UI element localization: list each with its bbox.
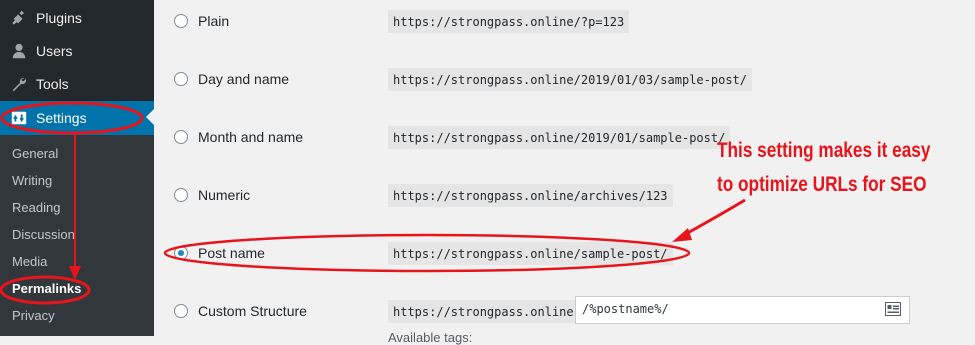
- example-url: https://strongpass.online/archives/123: [388, 184, 673, 207]
- example-url: https://strongpass.online/2019/01/sample…: [388, 126, 731, 149]
- settings-submenu: General Writing Reading Discussion Media…: [0, 135, 154, 336]
- sidebar-item-users[interactable]: Users: [0, 35, 154, 67]
- submenu-item-privacy[interactable]: Privacy: [12, 308, 55, 323]
- submenu-item-media[interactable]: Media: [12, 254, 47, 269]
- radio-button-selected[interactable]: [174, 246, 188, 260]
- settings-icon: [9, 108, 29, 128]
- custom-structure-prefix: https://strongpass.online: [388, 300, 579, 323]
- radio-button[interactable]: [174, 72, 188, 86]
- radio-button[interactable]: [174, 188, 188, 202]
- sidebar-item-label: Users: [36, 43, 73, 59]
- annotation-text-line-1: This setting makes it easy: [717, 139, 931, 162]
- sidebar-item-label: Settings: [36, 110, 87, 126]
- option-label: Day and name: [198, 71, 290, 87]
- sidebar-item-plugins[interactable]: Plugins: [0, 2, 154, 34]
- option-label: Month and name: [198, 129, 304, 145]
- permalink-option-day-and-name[interactable]: Day and name https://strongpass.online/2…: [154, 66, 975, 94]
- option-label: Post name: [198, 245, 265, 261]
- current-menu-arrow: [146, 109, 154, 125]
- admin-sidebar: Plugins Users Tools Settings General Wri…: [0, 0, 154, 336]
- sidebar-item-label: Plugins: [36, 10, 82, 26]
- radio-button[interactable]: [174, 130, 188, 144]
- permalink-settings: Plain https://strongpass.online/?p=123 D…: [154, 0, 975, 345]
- sidebar-item-settings[interactable]: Settings: [0, 101, 154, 135]
- option-label: Custom Structure: [198, 303, 307, 319]
- submenu-item-general[interactable]: General: [12, 146, 58, 161]
- submenu-item-discussion[interactable]: Discussion: [12, 227, 75, 242]
- users-icon: [9, 41, 29, 61]
- tools-icon: [9, 74, 29, 94]
- annotation-text-line-2: to optimize URLs for SEO: [717, 173, 927, 196]
- radio-button[interactable]: [174, 14, 188, 28]
- example-url: https://strongpass.online/2019/01/03/sam…: [388, 68, 753, 91]
- submenu-item-reading[interactable]: Reading: [12, 200, 60, 215]
- option-label: Plain: [198, 13, 230, 29]
- sidebar-item-tools[interactable]: Tools: [0, 68, 154, 100]
- permalink-option-post-name[interactable]: Post name https://strongpass.online/samp…: [154, 240, 975, 268]
- plugin-icon: [9, 8, 29, 28]
- custom-structure-value: /%postname%/: [582, 302, 669, 316]
- radio-button[interactable]: [174, 304, 188, 318]
- custom-structure-input[interactable]: /%postname%/: [575, 296, 910, 324]
- available-tags-label: Available tags:: [388, 330, 473, 345]
- permalink-option-custom-structure[interactable]: Custom Structure https://strongpass.onli…: [154, 296, 975, 326]
- option-label: Numeric: [198, 187, 251, 203]
- form-fill-icon[interactable]: [885, 302, 901, 316]
- submenu-item-writing[interactable]: Writing: [12, 173, 52, 188]
- example-url: https://strongpass.online/?p=123: [388, 10, 630, 33]
- submenu-item-permalinks[interactable]: Permalinks: [12, 281, 81, 296]
- example-url: https://strongpass.online/sample-post/: [388, 242, 673, 265]
- sidebar-item-label: Tools: [36, 76, 69, 92]
- permalink-option-plain[interactable]: Plain https://strongpass.online/?p=123: [154, 8, 975, 36]
